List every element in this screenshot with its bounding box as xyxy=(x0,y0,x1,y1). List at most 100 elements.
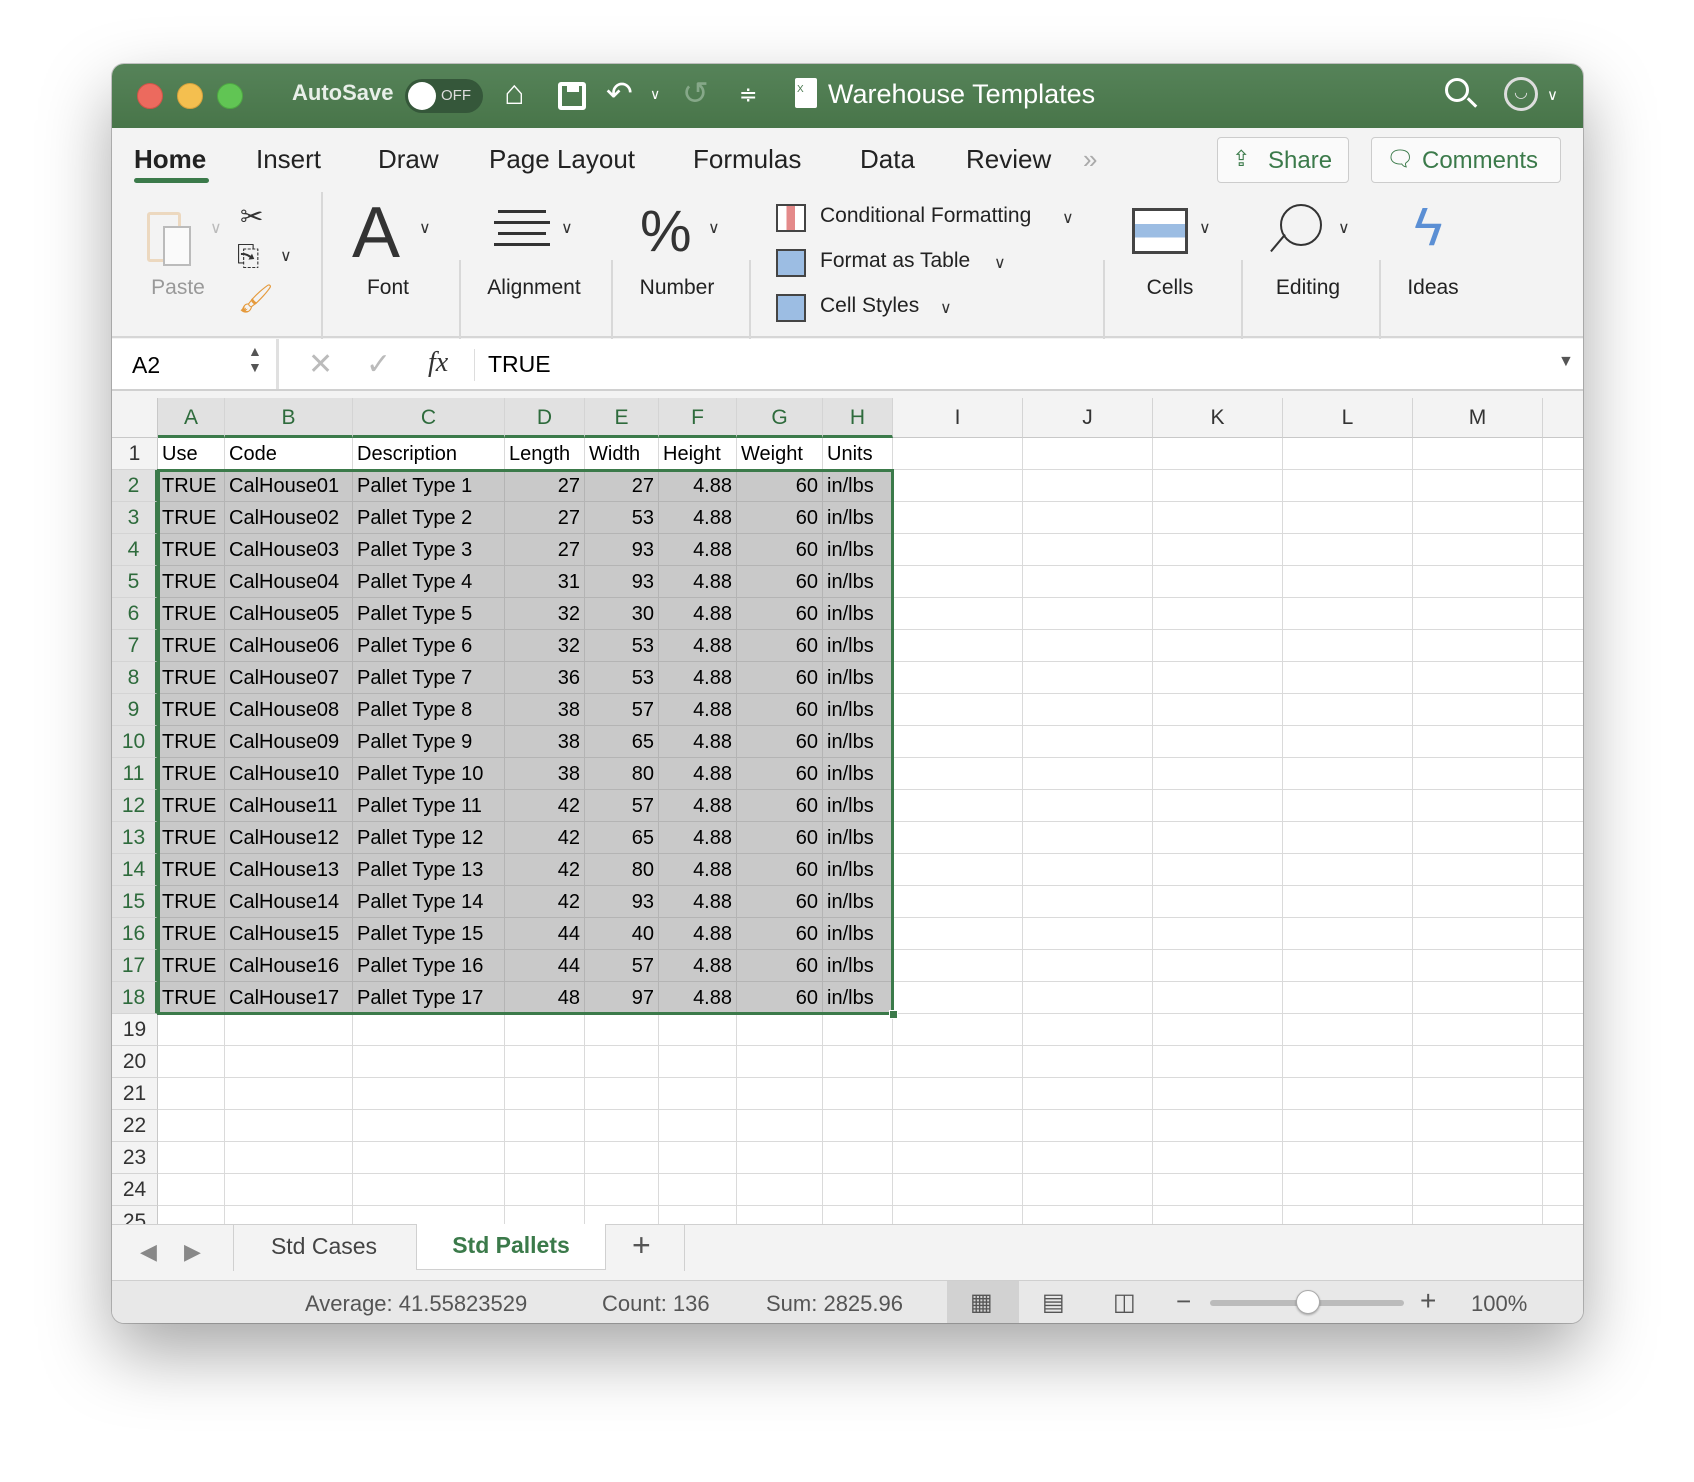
empty-cell[interactable] xyxy=(1153,886,1283,918)
empty-cell[interactable] xyxy=(1413,534,1543,566)
row-header[interactable]: 25 xyxy=(112,1206,158,1224)
formula-input[interactable]: TRUE xyxy=(488,351,551,378)
minimize-button[interactable] xyxy=(177,83,203,109)
row-header[interactable]: 11 xyxy=(112,758,158,790)
empty-cell[interactable] xyxy=(1413,1142,1543,1174)
row-header[interactable]: 22 xyxy=(112,1110,158,1142)
empty-cell[interactable] xyxy=(1413,758,1543,790)
empty-cell[interactable] xyxy=(1283,790,1413,822)
spreadsheet-grid[interactable]: A B C D E F G H I J K L M 1 Use Code Description Length Wi… xyxy=(112,398,1583,1224)
empty-cell[interactable] xyxy=(1023,470,1153,502)
empty-cell[interactable] xyxy=(505,1014,585,1046)
empty-cell[interactable] xyxy=(585,1174,659,1206)
empty-cell[interactable] xyxy=(893,1206,1023,1224)
empty-cell[interactable] xyxy=(1543,822,1583,854)
empty-cell[interactable] xyxy=(1413,854,1543,886)
column-header-j[interactable]: J xyxy=(1023,398,1153,438)
zoom-slider-thumb[interactable] xyxy=(1296,1290,1320,1314)
empty-cell[interactable] xyxy=(1023,790,1153,822)
empty-cell[interactable] xyxy=(158,1174,225,1206)
empty-cell[interactable] xyxy=(1413,1078,1543,1110)
empty-cell[interactable] xyxy=(353,1174,505,1206)
empty-cell[interactable] xyxy=(893,534,1023,566)
empty-cell[interactable] xyxy=(1153,1142,1283,1174)
empty-cell[interactable] xyxy=(823,1078,893,1110)
empty-cell[interactable] xyxy=(1023,566,1153,598)
home-icon[interactable]: ⌂ xyxy=(504,74,525,113)
empty-cell[interactable] xyxy=(1543,1206,1583,1224)
empty-cell[interactable] xyxy=(1283,694,1413,726)
editing-search-icon[interactable] xyxy=(1280,204,1322,246)
empty-cell[interactable] xyxy=(1153,1206,1283,1224)
empty-cell[interactable] xyxy=(225,1046,353,1078)
search-icon[interactable] xyxy=(1445,78,1478,108)
empty-cell[interactable] xyxy=(1283,502,1413,534)
empty-cell[interactable] xyxy=(1153,534,1283,566)
empty-cell[interactable] xyxy=(1023,854,1153,886)
empty-cell[interactable] xyxy=(893,598,1023,630)
format-as-table-button[interactable]: Format as Table xyxy=(820,249,970,273)
empty-cell[interactable] xyxy=(1543,726,1583,758)
empty-cell[interactable] xyxy=(823,1110,893,1142)
empty-cell[interactable] xyxy=(737,1206,823,1224)
row-header[interactable]: 2 xyxy=(112,470,158,502)
empty-cell[interactable] xyxy=(1283,758,1413,790)
font-icon[interactable]: A xyxy=(352,192,400,274)
empty-cell[interactable] xyxy=(1413,598,1543,630)
tab-formulas[interactable]: Formulas xyxy=(693,144,801,175)
editing-dropdown-icon[interactable]: ∨ xyxy=(1338,218,1350,238)
empty-cell[interactable] xyxy=(659,1110,737,1142)
page-break-view-icon[interactable]: ◫ xyxy=(1113,1288,1136,1317)
more-tabs-icon[interactable]: » xyxy=(1083,144,1097,175)
customize-toolbar-icon[interactable]: ≑ xyxy=(739,82,757,108)
empty-cell[interactable] xyxy=(1543,1014,1583,1046)
empty-cell[interactable] xyxy=(1543,1046,1583,1078)
empty-cell[interactable] xyxy=(1023,822,1153,854)
row-header[interactable]: 1 xyxy=(112,438,158,470)
empty-cell[interactable] xyxy=(1153,1110,1283,1142)
empty-cell[interactable] xyxy=(1023,982,1153,1014)
empty-cell[interactable] xyxy=(1153,566,1283,598)
empty-cell[interactable] xyxy=(1023,662,1153,694)
empty-cell[interactable] xyxy=(893,790,1023,822)
empty-cell[interactable] xyxy=(823,1206,893,1224)
row-header[interactable]: 18 xyxy=(112,982,158,1014)
empty-cell[interactable] xyxy=(1023,534,1153,566)
empty-cell[interactable] xyxy=(1153,822,1283,854)
empty-cell[interactable] xyxy=(1283,566,1413,598)
tab-data[interactable]: Data xyxy=(860,144,915,175)
empty-cell[interactable] xyxy=(893,758,1023,790)
empty-cell[interactable] xyxy=(1543,502,1583,534)
paste-dropdown-icon[interactable]: ∨ xyxy=(210,218,222,238)
empty-cell[interactable] xyxy=(1023,918,1153,950)
comments-button[interactable]: 🗨 Comments xyxy=(1371,137,1561,183)
empty-cell[interactable] xyxy=(659,1046,737,1078)
cell[interactable]: Weight xyxy=(737,438,823,470)
empty-cell[interactable] xyxy=(1283,726,1413,758)
empty-cell[interactable] xyxy=(1023,1142,1153,1174)
empty-cell[interactable] xyxy=(1413,918,1543,950)
empty-cell[interactable] xyxy=(1413,1110,1543,1142)
empty-cell[interactable] xyxy=(1153,502,1283,534)
empty-cell[interactable] xyxy=(1023,1174,1153,1206)
sheet-tab-std-pallets[interactable]: Std Pallets xyxy=(416,1224,606,1270)
empty-cell[interactable] xyxy=(1283,598,1413,630)
empty-cell[interactable] xyxy=(505,1110,585,1142)
row-header[interactable]: 12 xyxy=(112,790,158,822)
empty-cell[interactable] xyxy=(1283,470,1413,502)
empty-cell[interactable] xyxy=(659,1174,737,1206)
empty-cell[interactable] xyxy=(737,1174,823,1206)
empty-cell[interactable] xyxy=(225,1078,353,1110)
empty-cell[interactable] xyxy=(1543,694,1583,726)
empty-cell[interactable] xyxy=(1543,950,1583,982)
empty-cell[interactable] xyxy=(737,1142,823,1174)
conditional-formatting-dropdown-icon[interactable]: ∨ xyxy=(1062,208,1074,228)
empty-cell[interactable] xyxy=(1413,790,1543,822)
empty-cell[interactable] xyxy=(1543,438,1583,470)
row-header[interactable]: 4 xyxy=(112,534,158,566)
tab-review[interactable]: Review xyxy=(966,144,1051,175)
next-sheet-icon[interactable]: ▶ xyxy=(184,1239,201,1265)
row-header[interactable]: 5 xyxy=(112,566,158,598)
empty-cell[interactable] xyxy=(1023,630,1153,662)
tab-draw[interactable]: Draw xyxy=(378,144,439,175)
